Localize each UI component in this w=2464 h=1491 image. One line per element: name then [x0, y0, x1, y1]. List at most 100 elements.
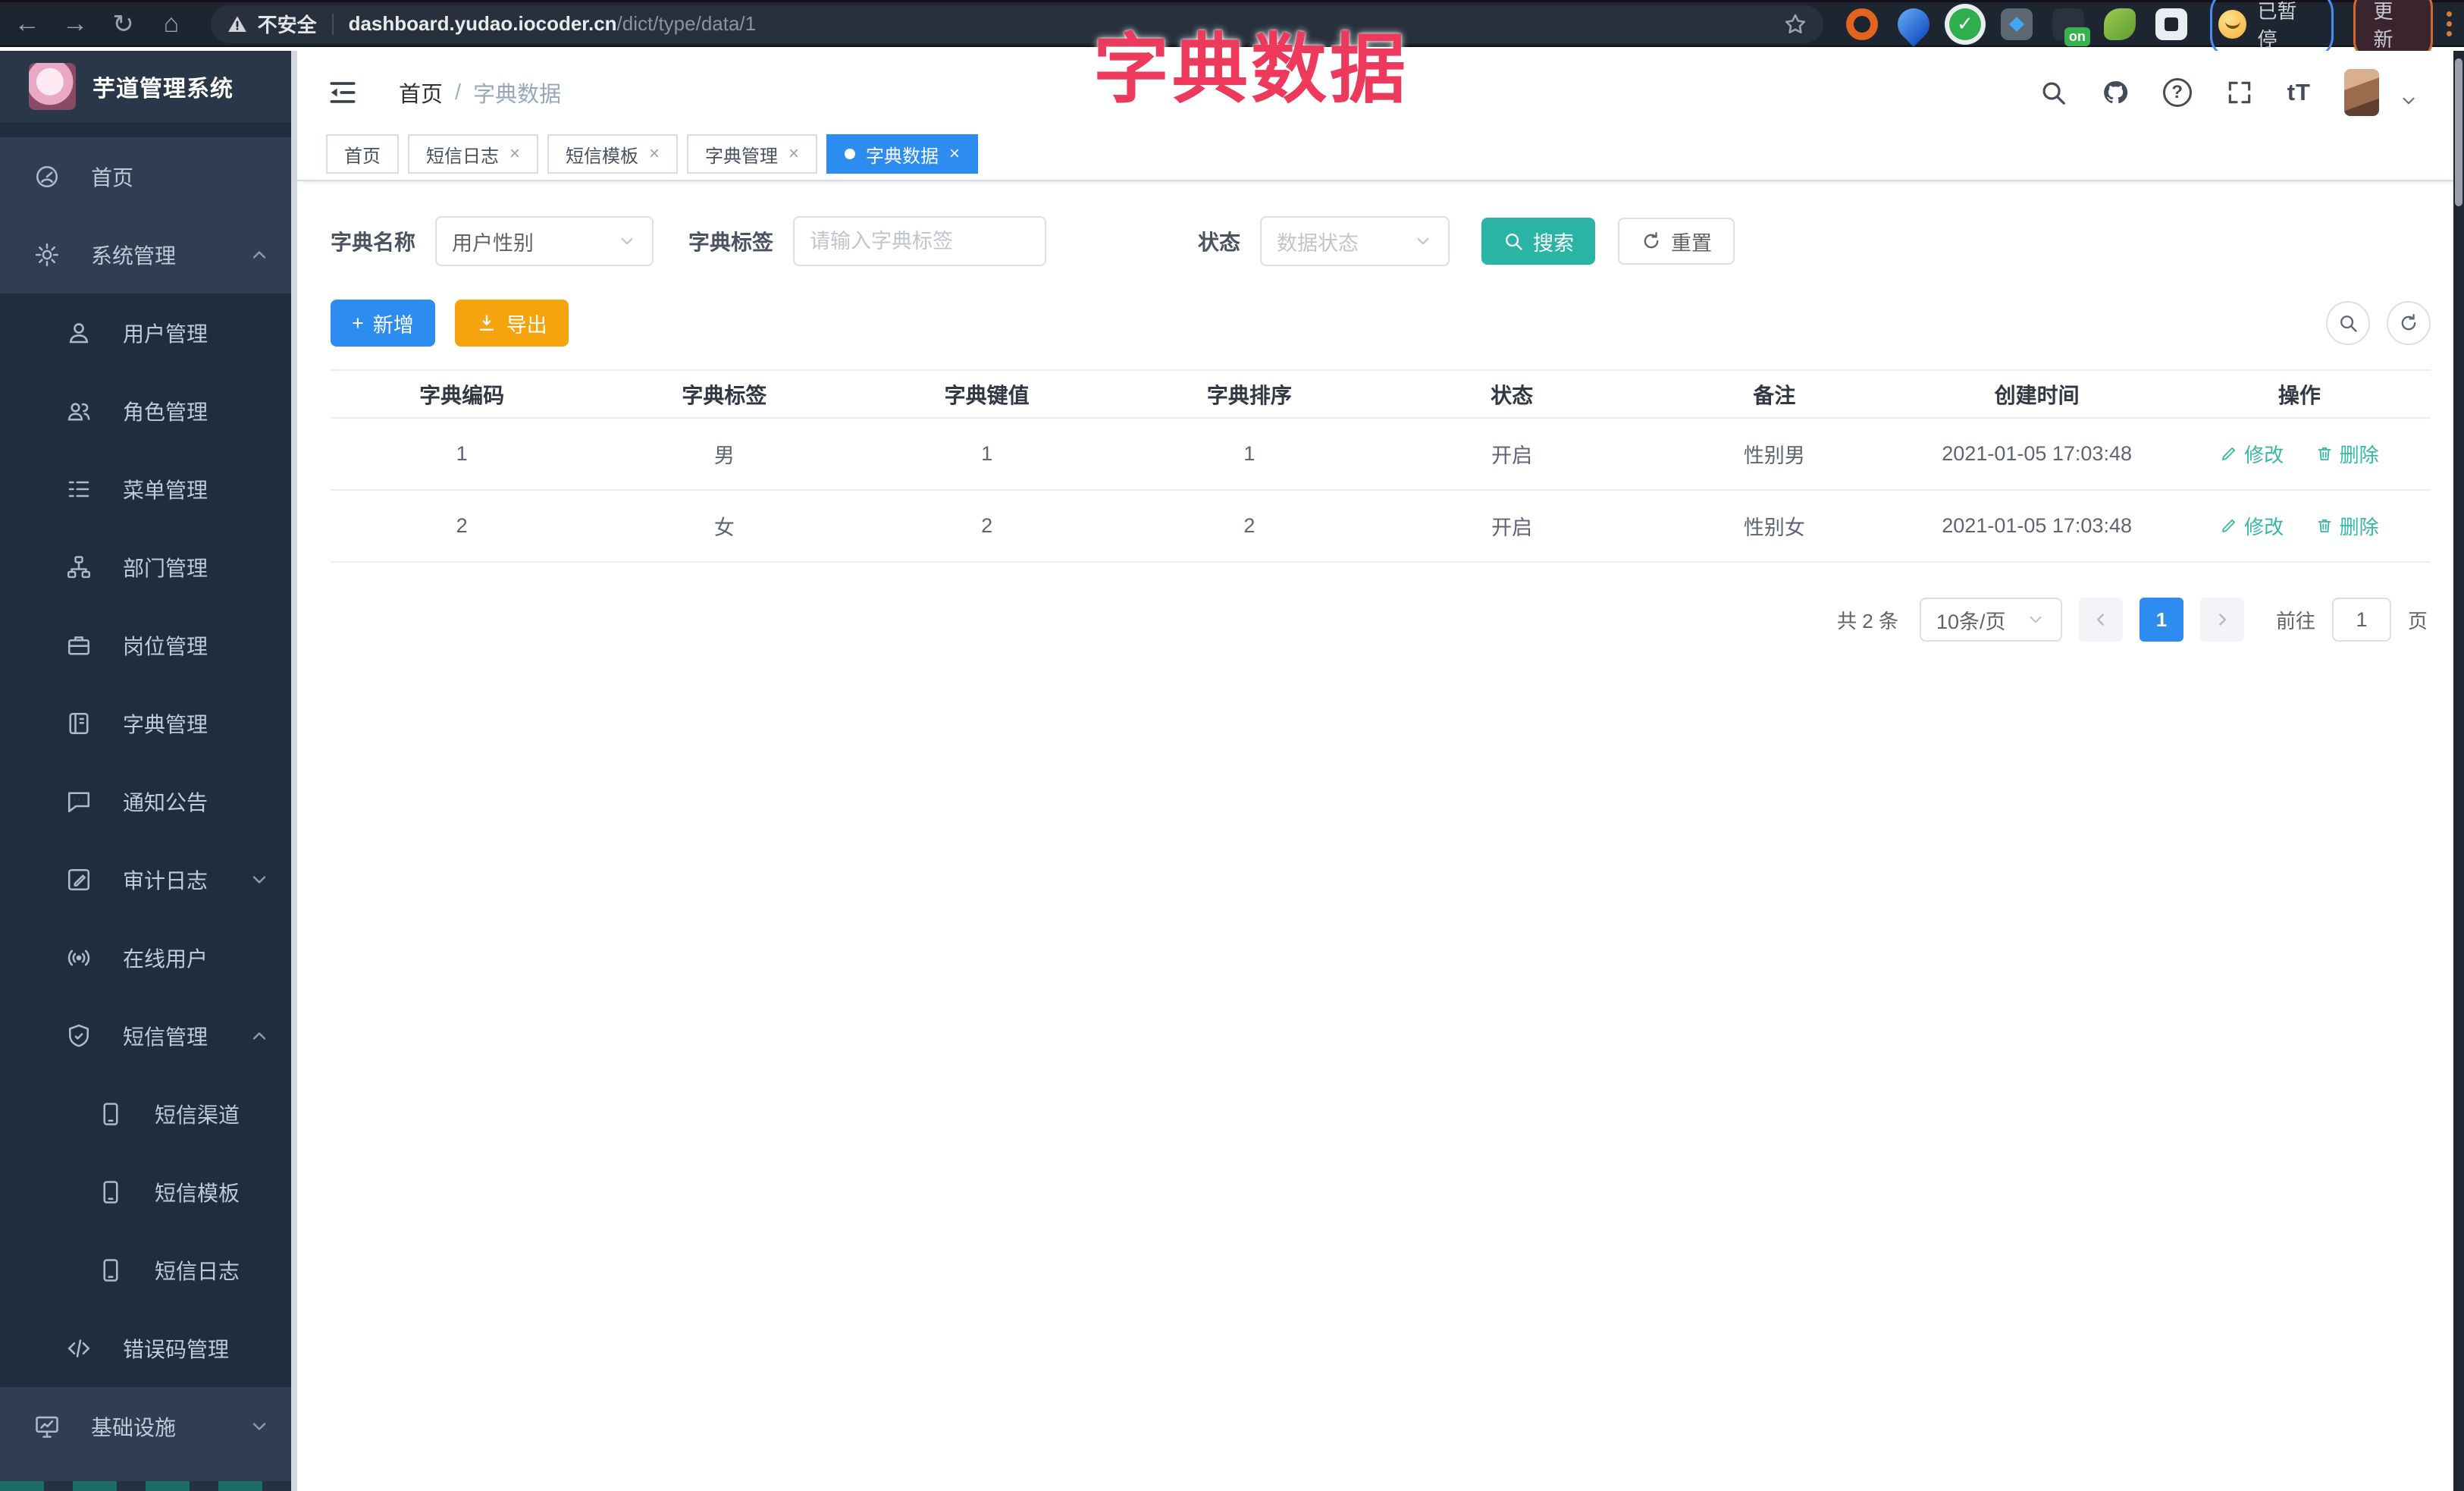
bookmark-star-button[interactable] [1782, 11, 1808, 37]
sidebar-item-home[interactable]: 首页 [0, 137, 297, 215]
prev-page-button[interactable] [2078, 598, 2123, 642]
user-avatar[interactable] [2344, 69, 2379, 116]
hamburger-icon[interactable] [326, 76, 359, 109]
extension-green-check-icon[interactable]: ✓ [1948, 8, 1981, 40]
sidebar-item-label: 短信管理 [123, 1025, 208, 1049]
security-label: 不安全 [257, 14, 317, 36]
cell-status: 开启 [1381, 418, 1644, 491]
sidebar-item-infrastructure[interactable]: 基础设施 [0, 1387, 297, 1465]
cell-dict-label: 男 [593, 418, 856, 491]
pencil-icon [2220, 516, 2238, 535]
tab-label: 字典管理 [705, 146, 779, 167]
check-icon: ✓ [1956, 12, 1973, 35]
fullscreen-icon[interactable] [2225, 78, 2254, 107]
address-bar[interactable]: 不安全 dashboard.yudao.iocoder.cn/dict/type… [210, 5, 1823, 43]
security-chip[interactable]: 不安全 [226, 10, 317, 38]
extensions-puzzle-icon[interactable] [2155, 8, 2187, 40]
page-scrollbar-thumb[interactable] [2455, 58, 2462, 206]
close-icon[interactable]: × [509, 143, 520, 165]
star-icon [1782, 11, 1808, 37]
breadcrumb-home-link[interactable]: 首页 [399, 77, 443, 108]
sidebar-item-role-management[interactable]: 角色管理 [0, 372, 297, 450]
delete-link[interactable]: 删除 [2315, 512, 2379, 540]
sidebar-item-post-management[interactable]: 岗位管理 [0, 606, 297, 684]
dict-label-input[interactable] [793, 216, 1047, 266]
monitor-icon [33, 1413, 61, 1440]
page-unit-label: 页 [2407, 609, 2428, 632]
header-actions: ? tT [2039, 69, 2419, 116]
extension-on-badge-icon[interactable]: on [2052, 8, 2090, 46]
close-icon[interactable]: × [649, 143, 660, 165]
sidebar-item-online-users[interactable]: 在线用户 [0, 918, 297, 997]
sidebar-item-sms-management[interactable]: 短信管理 [0, 997, 297, 1075]
sidebar-item-sms-channel[interactable]: 短信渠道 [0, 1075, 297, 1153]
refresh-table-button[interactable] [2387, 301, 2431, 345]
browser-profile-chip[interactable]: 已暂停 [2209, 0, 2334, 59]
edit-link[interactable]: 修改 [2220, 440, 2284, 468]
tab-dict-management[interactable]: 字典管理 × [687, 134, 818, 174]
pencil-icon [2220, 444, 2238, 463]
tab-sms-log[interactable]: 短信日志 × [408, 134, 539, 174]
page-number-button[interactable]: 1 [2139, 598, 2183, 642]
toggle-search-button[interactable] [2326, 301, 2370, 345]
font-size-icon[interactable]: tT [2287, 79, 2311, 106]
sidebar-item-sms-template[interactable]: 短信模板 [0, 1153, 297, 1231]
sidebar-item-audit-log[interactable]: 审计日志 [0, 840, 297, 918]
next-page-button[interactable] [2199, 598, 2244, 642]
dict-label-label: 字典标签 [688, 231, 774, 254]
page-size-select[interactable]: 10条/页 [1919, 598, 2062, 642]
github-icon[interactable] [2101, 78, 2130, 107]
search-icon[interactable] [2039, 78, 2067, 107]
sidebar-item-notice-announcement[interactable]: 通知公告 [0, 762, 297, 840]
cell-dict-sort: 1 [1118, 418, 1381, 491]
sidebar-item-dict-management[interactable]: 字典管理 [0, 684, 297, 762]
export-button[interactable]: 导出 [454, 300, 569, 347]
update-label: 更新 [2373, 0, 2393, 51]
app-title: 芋道管理系统 [92, 77, 234, 102]
page-scrollbar[interactable] [2453, 51, 2464, 1491]
delete-link[interactable]: 删除 [2315, 440, 2379, 468]
status-placeholder: 数据状态 [1277, 231, 1359, 255]
filter-form: 字典名称 用户性别 字典标签 状态 数据状态 搜索 重置 [331, 216, 2464, 266]
browser-forward-button[interactable]: → [54, 3, 96, 46]
tab-dict-data[interactable]: 字典数据 × [826, 134, 979, 174]
browser-home-button[interactable]: ⌂ [150, 3, 192, 46]
refresh-icon [2398, 312, 2419, 334]
sidebar-item-menu-management[interactable]: 菜单管理 [0, 450, 297, 528]
sidebar-scrollbar[interactable] [291, 51, 297, 1491]
tab-sms-template[interactable]: 短信模板 × [547, 134, 679, 174]
tab-label: 字典数据 [866, 146, 939, 167]
close-icon[interactable]: × [788, 143, 799, 165]
sidebar: 芋道管理系统 首页 系统管理 用户管理 角色管理 菜单管理 部门管理 岗位管理 … [0, 51, 297, 1491]
browser-back-button[interactable]: ← [6, 3, 48, 46]
sidebar-item-error-code-management[interactable]: 错误码管理 [0, 1309, 297, 1387]
browser-reload-button[interactable]: ↻ [102, 3, 144, 46]
download-icon [476, 312, 497, 334]
sidebar-item-sms-log[interactable]: 短信日志 [0, 1231, 297, 1309]
tab-home[interactable]: 首页 [326, 134, 399, 174]
sidebar-item-system-management[interactable]: 系统管理 [0, 215, 297, 293]
browser-menu-button[interactable] [2446, 11, 2452, 36]
reset-button[interactable]: 重置 [1618, 218, 1735, 265]
sidebar-logo-row[interactable]: 芋道管理系统 [0, 51, 297, 122]
extensions-row: ✓ on [1845, 1, 2187, 47]
edit-link[interactable]: 修改 [2220, 512, 2284, 540]
sidebar-bottom-scroll-strip[interactable] [0, 1481, 291, 1491]
extension-green-leaf-icon[interactable] [2103, 8, 2136, 40]
chevron-right-icon [2212, 610, 2232, 629]
add-button[interactable]: + 新增 [331, 300, 435, 347]
status-select[interactable]: 数据状态 [1260, 216, 1450, 266]
chevron-down-icon[interactable] [2399, 91, 2419, 111]
sidebar-item-dept-management[interactable]: 部门管理 [0, 528, 297, 606]
extension-orange-icon[interactable] [1845, 8, 1878, 40]
extension-gray-diamond-icon[interactable] [2000, 8, 2033, 40]
help-icon[interactable]: ? [2162, 78, 2192, 107]
main-panel: 首页 / 字典数据 ? tT 首页 短信日志 × 短信模板 × 字典管理 × 字… [297, 51, 2464, 1491]
close-icon[interactable]: × [949, 143, 960, 165]
dict-name-select[interactable]: 用户性别 [435, 216, 654, 266]
search-button[interactable]: 搜索 [1481, 218, 1596, 265]
extension-blue-drop-icon[interactable] [1891, 1, 1936, 47]
sidebar-item-user-management[interactable]: 用户管理 [0, 293, 297, 372]
goto-page-input[interactable] [2331, 598, 2391, 642]
cell-remark: 性别男 [1643, 418, 1906, 491]
